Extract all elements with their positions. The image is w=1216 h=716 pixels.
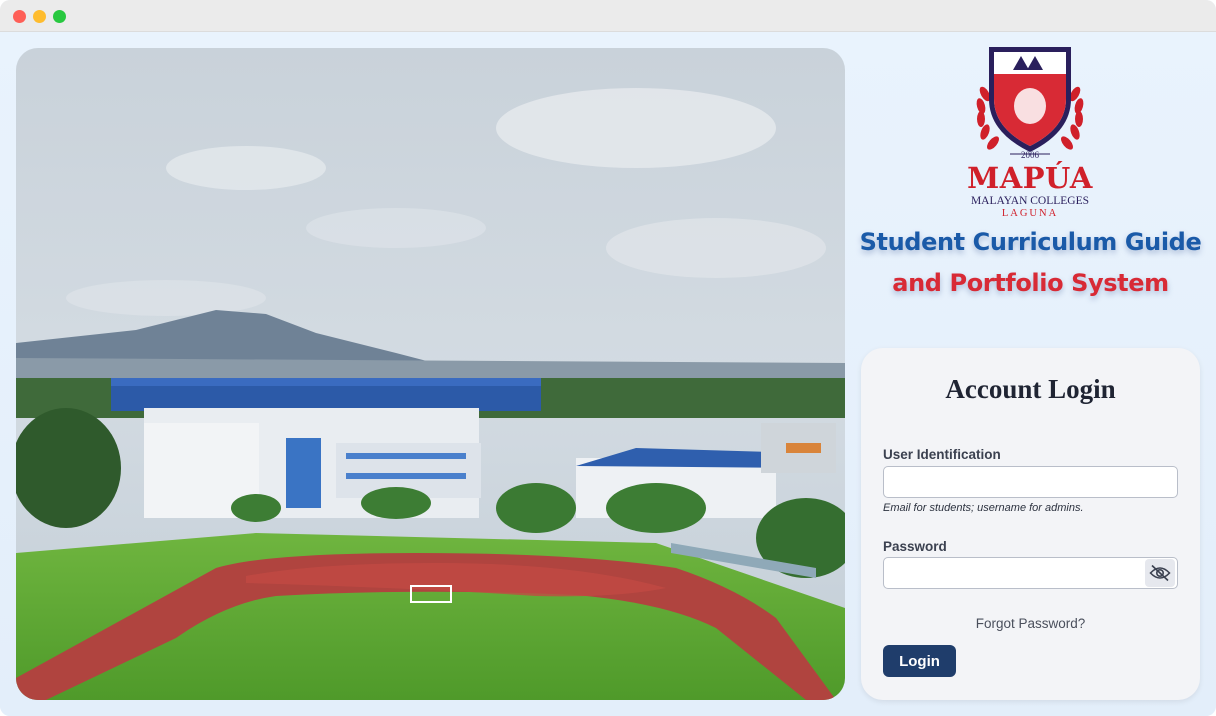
login-card: Account Login User Identification Email … xyxy=(861,348,1200,700)
minimize-window-button[interactable] xyxy=(33,10,46,23)
close-window-button[interactable] xyxy=(13,10,26,23)
logo-campus: LAGUNA xyxy=(1001,208,1059,219)
logo-name: MAPÚA xyxy=(967,161,1093,195)
forgot-password-link[interactable]: Forgot Password? xyxy=(861,616,1200,631)
eye-off-icon xyxy=(1149,564,1171,582)
title-bar xyxy=(0,0,1216,32)
login-button[interactable]: Login xyxy=(883,645,956,677)
campus-photo xyxy=(16,48,845,700)
user-id-hint: Email for students; username for admins. xyxy=(883,502,1084,514)
svg-text:2006: 2006 xyxy=(1021,150,1040,160)
password-input[interactable] xyxy=(883,557,1178,589)
mapua-logo: 2006 MAPÚA MALAYAN COLLEGES LAGUNA xyxy=(955,44,1105,219)
system-title-line1: Student Curriculum Guide xyxy=(859,228,1202,256)
login-page: 2006 MAPÚA MALAYAN COLLEGES LAGUNA Stude… xyxy=(0,32,1216,716)
password-label: Password xyxy=(883,539,947,554)
logo-subtitle: MALAYAN COLLEGES xyxy=(970,195,1090,207)
crest-icon: 2006 xyxy=(976,47,1084,160)
app-window: 2006 MAPÚA MALAYAN COLLEGES LAGUNA Stude… xyxy=(0,0,1216,716)
login-heading: Account Login xyxy=(945,374,1116,404)
maximize-window-button[interactable] xyxy=(53,10,66,23)
user-id-input[interactable] xyxy=(883,466,1178,498)
toggle-password-visibility-button[interactable] xyxy=(1145,559,1175,587)
user-id-label: User Identification xyxy=(883,447,1001,462)
system-title-line2: and Portfolio System xyxy=(892,269,1169,297)
